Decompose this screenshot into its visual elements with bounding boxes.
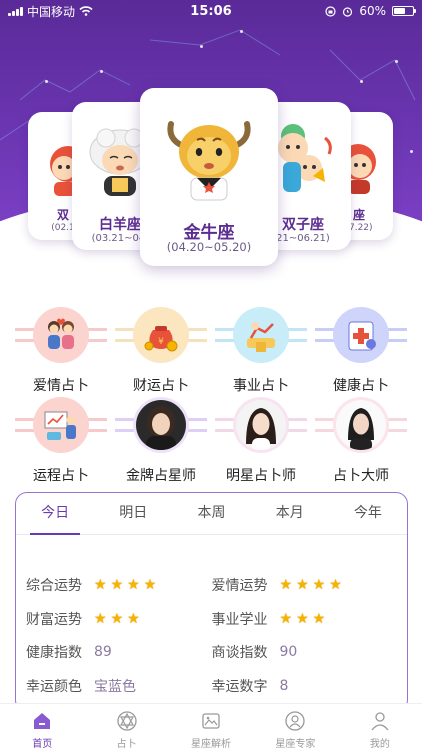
tabbar-label: 星座解析: [191, 739, 232, 750]
fortune-panel: 今日 明日 本周 本月 今年 综合运势 ★ ★ ★ ★ 爱情运势 ★ ★ ★ ★ 财富运势 …: [15, 492, 408, 712]
lucky-color-value: 宝蓝色: [94, 679, 136, 695]
tab-this-year[interactable]: 今年: [329, 493, 407, 534]
couple-icon: [48, 318, 74, 349]
star-diviner-button[interactable]: 明星占卜师: [211, 395, 311, 485]
star-icon: ★: [312, 611, 326, 627]
tabbar-horoscope-analysis[interactable]: 星座解析: [169, 704, 253, 750]
fortune-divination-button[interactable]: 运程占卜: [11, 395, 111, 485]
svg-text:¥: ¥: [158, 337, 164, 347]
home-icon: [34, 713, 51, 729]
lucky-color-label: 幸运颜色: [26, 679, 82, 695]
tabbar-label: 首页: [32, 739, 53, 750]
zodiac-date: (04.20~05.20): [166, 240, 252, 254]
tab-tomorrow[interactable]: 明日: [94, 493, 172, 534]
fortune-row: 幸运颜色 宝蓝色 幸运数字 8: [26, 674, 397, 698]
feature-label: 占卜大师: [333, 468, 389, 484]
negotiation-index-label: 商谈指数: [211, 645, 268, 661]
tabbar-profile[interactable]: 我的: [338, 704, 422, 750]
gold-astrologer-button[interactable]: 金牌占星师: [111, 395, 211, 485]
status-bar: 中国移动 15:06 60%: [0, 0, 422, 22]
star-icon: ★: [127, 611, 140, 627]
star-icon: ★: [127, 577, 140, 593]
feature-label: 金牌占星师: [126, 468, 196, 484]
tabbar-home[interactable]: 首页: [0, 704, 84, 750]
feature-label: 财运占卜: [133, 378, 189, 394]
health-index-value: 89: [94, 644, 112, 660]
picture-frame-icon: [202, 713, 220, 729]
negotiation-index-value: 90: [279, 644, 298, 660]
love-fortune-stars: ★ ★ ★ ★: [280, 578, 342, 592]
hexagram-icon: [116, 711, 137, 731]
fortune-chart-icon: [44, 411, 76, 440]
tabbar-experts[interactable]: 星座专家: [253, 704, 337, 750]
star-icon: ★: [94, 611, 107, 627]
taurus-mascot: [167, 121, 251, 201]
health-icon: [348, 321, 376, 351]
wealth-fortune-stars: ★ ★ ★: [94, 612, 140, 626]
love-divination-button[interactable]: 爱情占卜: [11, 305, 111, 395]
profile-icon: [371, 712, 389, 731]
expert-avatar-icon: [285, 711, 306, 731]
career-study-stars: ★ ★ ★: [280, 612, 326, 626]
tabbar-label: 占卜: [116, 739, 137, 750]
health-divination-button[interactable]: 健康占卜: [311, 305, 411, 395]
career-icon: [247, 322, 275, 352]
fortune-tabs: 今日 明日 本周 本月 今年: [16, 493, 407, 535]
feature-label: 健康占卜: [333, 378, 389, 394]
status-time: 15:06: [190, 3, 232, 19]
tabbar-label: 星座专家: [275, 739, 316, 750]
feature-label: 明星占卜师: [226, 468, 296, 484]
love-fortune-label: 爱情运势: [211, 578, 268, 594]
tab-this-month[interactable]: 本月: [251, 493, 329, 534]
star-icon: ★: [94, 577, 107, 593]
master-avatar: [336, 400, 386, 450]
zodiac-card-selected[interactable]: 金牛座 (04.20~05.20): [140, 88, 278, 266]
star-icon: ★: [296, 577, 309, 593]
star-icon: ★: [110, 611, 124, 627]
wealth-fortune-label: 财富运势: [26, 612, 82, 628]
feature-label: 事业占卜: [233, 378, 289, 394]
tab-today[interactable]: 今日: [16, 493, 94, 535]
health-index-label: 健康指数: [26, 645, 82, 661]
star-icon: ★: [296, 611, 309, 627]
fortune-row: 财富运势 ★ ★ ★ 事业学业 ★ ★ ★: [26, 607, 397, 631]
career-study-label: 事业学业: [211, 612, 268, 628]
feature-label: 运程占卜: [33, 468, 89, 484]
money-bag-icon: ¥: [144, 326, 178, 352]
fortune-row: 综合运势 ★ ★ ★ ★ 爱情运势 ★ ★ ★ ★: [26, 573, 397, 597]
overall-fortune-stars: ★ ★ ★ ★: [94, 578, 156, 592]
career-divination-button[interactable]: 事业占卜: [211, 305, 311, 395]
star-icon: ★: [143, 577, 157, 593]
tabbar-label: 我的: [369, 739, 390, 750]
star-diviner-avatar: [236, 400, 286, 450]
tab-this-week[interactable]: 本周: [172, 493, 250, 534]
fortune-row: 健康指数 89 商谈指数 90: [26, 640, 397, 664]
star-icon: ★: [329, 577, 342, 593]
overall-fortune-label: 综合运势: [26, 578, 82, 594]
feature-label: 爱情占卜: [33, 378, 89, 394]
divination-master-button[interactable]: 占卜大师: [311, 395, 411, 485]
astrologer-avatar: [136, 400, 186, 450]
battery-icon: [392, 6, 416, 16]
wealth-divination-button[interactable]: ¥ 财运占卜: [111, 305, 211, 395]
lucky-number-value: 8: [279, 678, 289, 694]
star-icon: ★: [279, 577, 293, 593]
star-icon: ★: [312, 577, 326, 593]
lucky-number-label: 幸运数字: [211, 679, 268, 695]
tabbar-divination[interactable]: 占卜: [84, 704, 168, 750]
bottom-tab-bar: 首页 占卜 星座解析 星座专家 我的: [0, 703, 422, 750]
star-icon: ★: [279, 611, 293, 627]
star-icon: ★: [110, 577, 124, 593]
